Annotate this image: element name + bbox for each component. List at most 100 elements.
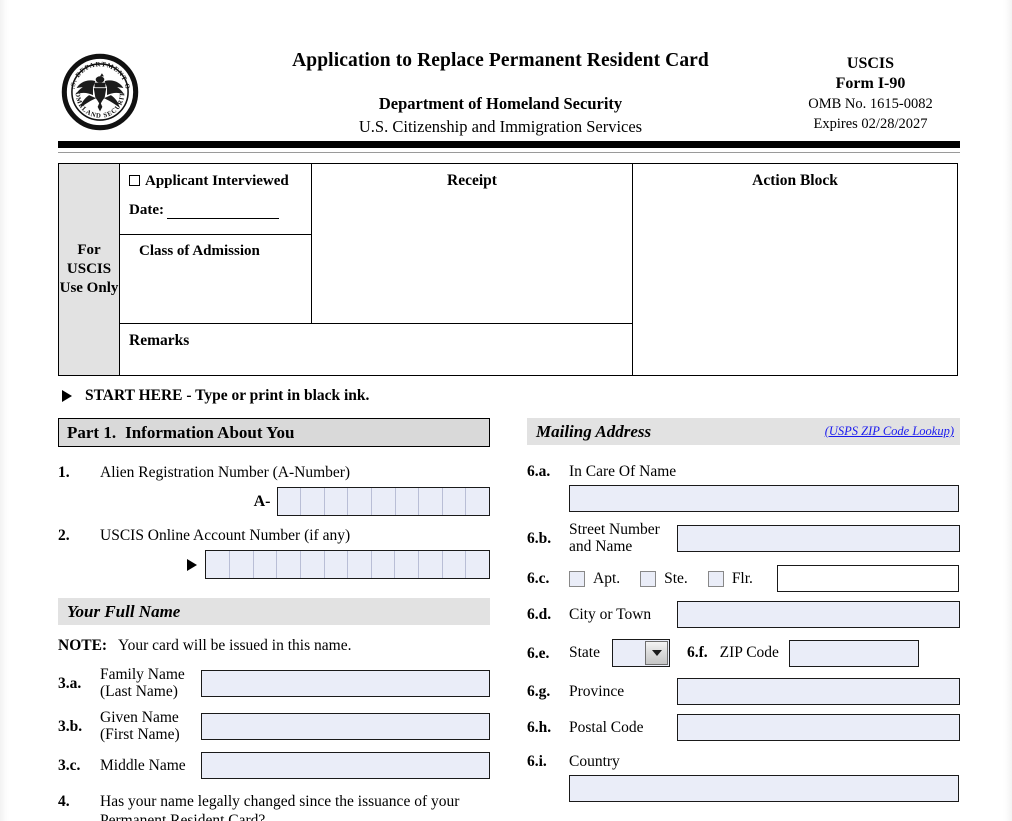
question-6b: 6.b. Street Number and Name	[527, 521, 960, 555]
ste-label: Ste.	[664, 569, 688, 587]
question-6i-number: 6.i.	[527, 753, 547, 770]
expiration-date: Expires 02/28/2027	[813, 116, 928, 132]
uscis-middle-column: Applicant Interviewed Date: Class of Adm…	[120, 164, 633, 375]
street-number-and-name-input[interactable]	[677, 524, 960, 552]
city-or-town-input[interactable]	[677, 601, 960, 628]
remarks-cell[interactable]: Remarks	[120, 324, 632, 375]
question-6g: 6.g. Province	[527, 678, 960, 705]
question-2-number: 2.	[58, 527, 70, 544]
part1-title: Information About You	[125, 422, 295, 442]
mailing-address-header: Mailing Address (USPS ZIP Code Lookup)	[527, 418, 960, 445]
form-page: U.S. DEPARTMENT OF HOMELAND SECURITY	[0, 0, 1012, 821]
question-6i: 6.i. Country	[527, 752, 960, 771]
triangle-right-icon	[187, 558, 198, 571]
agency-line: U.S. Citizenship and Immigration Service…	[358, 117, 643, 136]
family-name-input[interactable]	[201, 669, 490, 697]
a-number-input[interactable]	[276, 487, 490, 516]
dhs-seal-icon: U.S. DEPARTMENT OF HOMELAND SECURITY	[58, 48, 139, 131]
uscis-use-block: For USCIS Use Only Applicant Interviewed…	[58, 163, 958, 376]
right-column: Mailing Address (USPS ZIP Code Lookup) 6…	[527, 418, 960, 802]
question-3a-number: 3.a.	[58, 674, 82, 692]
question-4-label: Has your name legally changed since the …	[100, 793, 460, 821]
receipt-cell[interactable]: Receipt	[312, 164, 632, 323]
left-column: Part 1. Information About You 1. Alien R…	[58, 418, 490, 821]
start-here-banner: START HERE - Type or print in black ink.	[62, 387, 369, 405]
question-6b-label: Street Number and Name	[569, 521, 660, 555]
province-input[interactable]	[677, 678, 960, 705]
form-number: Form I-90	[835, 75, 906, 92]
note-label: NOTE:	[58, 637, 108, 654]
middle-name-input[interactable]	[201, 752, 490, 779]
question-6f-label: ZIP Code	[719, 644, 779, 661]
question-6e-6f-row: 6.e. State 6.f. ZIP Code	[527, 639, 960, 667]
question-6h-label: Postal Code	[569, 718, 644, 736]
question-3b: 3.b. Given Name (First Name)	[58, 709, 490, 743]
unit-number-input[interactable]	[777, 565, 959, 592]
question-6d: 6.d. City or Town	[527, 601, 960, 628]
page-edge-left	[0, 0, 9, 821]
your-full-name-header: Your Full Name	[58, 598, 490, 625]
a-number-row: A-	[58, 487, 490, 516]
question-6d-label: City or Town	[569, 605, 652, 623]
a-number-prefix: A-	[253, 492, 271, 510]
question-6c-number: 6.c.	[527, 570, 550, 587]
question-6h-number: 6.h.	[527, 719, 552, 736]
question-6b-number: 6.b.	[527, 529, 552, 547]
applicant-interviewed-label: Applicant Interviewed	[145, 173, 289, 189]
question-6a-number: 6.a.	[527, 463, 551, 480]
header-rule-thick	[58, 141, 960, 148]
question-3c-label: Middle Name	[100, 757, 186, 774]
in-care-of-name-input[interactable]	[569, 485, 959, 512]
applicant-interviewed-cell: Applicant Interviewed Date:	[120, 164, 311, 235]
uscis-use-only-label: For USCIS Use Only	[59, 242, 119, 296]
question-6d-number: 6.d.	[527, 606, 552, 623]
flr-checkbox[interactable]	[707, 570, 724, 587]
agency-short: USCIS	[846, 55, 895, 72]
interview-date-row: Date:	[129, 202, 311, 219]
remarks-label: Remarks	[129, 332, 190, 349]
interview-date-label: Date:	[129, 202, 164, 218]
action-block-label: Action Block	[752, 172, 838, 189]
your-full-name-label: Your Full Name	[67, 601, 181, 621]
question-3b-label: Given Name (First Name)	[100, 709, 180, 743]
question-3a-label: Family Name (Last Name)	[100, 666, 185, 700]
postal-code-input[interactable]	[677, 714, 960, 741]
question-6e-number: 6.e.	[527, 644, 550, 662]
class-of-admission-cell[interactable]: Class of Admission	[120, 235, 311, 323]
applicant-interviewed-checkbox[interactable]	[129, 175, 140, 186]
given-name-input[interactable]	[201, 712, 490, 740]
unit-type-options: Apt. Ste. Flr.	[569, 570, 777, 588]
page-title: Application to Replace Permanent Residen…	[292, 50, 709, 71]
question-1-label: Alien Registration Number (A-Number)	[100, 464, 351, 481]
mailing-address-label: Mailing Address	[536, 421, 652, 441]
question-6a: 6.a. In Care Of Name	[527, 462, 960, 481]
receipt-label: Receipt	[447, 172, 497, 189]
online-account-row	[58, 550, 490, 579]
uscis-top-row: Applicant Interviewed Date: Class of Adm…	[120, 164, 632, 324]
question-6i-label: Country	[569, 753, 620, 770]
question-6g-number: 6.g.	[527, 683, 551, 700]
apt-label: Apt.	[593, 569, 621, 587]
online-account-number-input[interactable]	[205, 550, 490, 579]
omb-block: USCIS Form I-90 OMB No. 1615-0082 Expire…	[783, 54, 958, 134]
part1-header: Part 1. Information About You	[58, 418, 490, 447]
question-3a: 3.a. Family Name (Last Name)	[58, 666, 490, 700]
question-3c: 3.c. Middle Name	[58, 752, 490, 779]
state-dropdown[interactable]	[612, 639, 670, 667]
country-input[interactable]	[569, 775, 959, 802]
usps-zip-lookup-link[interactable]: (USPS ZIP Code Lookup)	[825, 424, 960, 439]
chevron-down-icon[interactable]	[645, 641, 668, 665]
question-3c-number: 3.c.	[58, 757, 81, 774]
question-1-number: 1.	[58, 464, 70, 481]
ste-checkbox[interactable]	[640, 570, 657, 587]
question-2-label: USCIS Online Account Number (if any)	[100, 527, 351, 544]
question-1: 1. Alien Registration Number (A-Number)	[58, 463, 490, 482]
apt-checkbox[interactable]	[569, 570, 585, 587]
start-here-label: START HERE - Type or print in black ink.	[85, 387, 370, 404]
interview-date-input[interactable]	[166, 204, 279, 219]
action-block-cell[interactable]: Action Block	[633, 164, 957, 375]
zip-code-input[interactable]	[788, 639, 919, 667]
page-edge-right	[1003, 0, 1012, 821]
question-3b-number: 3.b.	[58, 717, 83, 735]
question-4: 4. Has your name legally changed since t…	[58, 792, 490, 821]
